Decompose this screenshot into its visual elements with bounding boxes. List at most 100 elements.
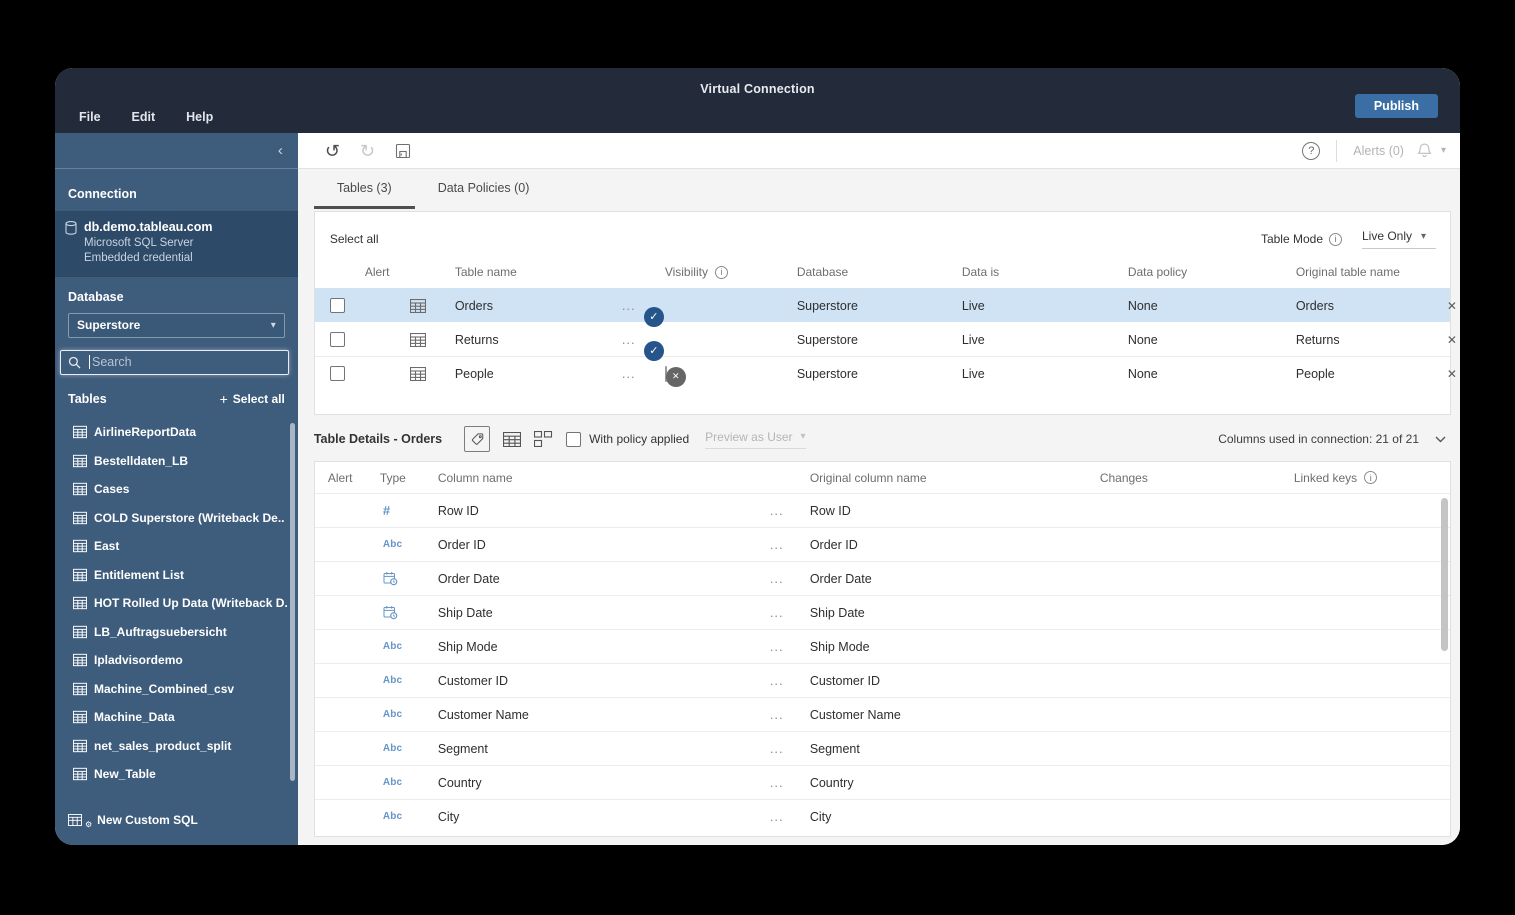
menu-edit[interactable]: Edit bbox=[132, 110, 156, 124]
tab-data-policies[interactable]: Data Policies (0) bbox=[415, 169, 553, 209]
row-checkbox[interactable] bbox=[329, 366, 345, 381]
linked-keys-info-icon[interactable]: i bbox=[1364, 471, 1378, 484]
publish-button[interactable]: Publish bbox=[1354, 94, 1438, 118]
sidebar-table-item[interactable]: Machine_Combined_csv bbox=[55, 674, 298, 703]
column-row[interactable]: Abc Order ID... Order ID bbox=[314, 527, 1450, 561]
row-menu-button[interactable]: ... bbox=[622, 366, 665, 381]
undo-button[interactable]: ↺ bbox=[325, 142, 340, 160]
bell-icon bbox=[1416, 142, 1433, 159]
menu-help[interactable]: Help bbox=[186, 110, 213, 124]
sidebar-table-item[interactable]: LB_Auftragsuebersicht bbox=[55, 617, 298, 646]
column-row[interactable]: Abc Customer Name... Customer Name bbox=[314, 697, 1450, 731]
visibility-cell: ✕ bbox=[664, 365, 797, 387]
original-name-cell: People bbox=[1295, 366, 1335, 381]
row-menu-button[interactable]: ... bbox=[770, 503, 810, 518]
sidebar-table-item[interactable]: Entitlement List bbox=[55, 560, 298, 589]
row-checkbox[interactable] bbox=[329, 298, 345, 313]
row-checkbox[interactable] bbox=[329, 332, 345, 347]
alerts-label[interactable]: Alerts (0) bbox=[1353, 144, 1404, 158]
help-icon[interactable]: ? bbox=[1302, 141, 1321, 160]
database-select[interactable]: Superstore ▾ bbox=[68, 312, 285, 338]
cards-view-button[interactable] bbox=[534, 431, 553, 447]
row-menu-button[interactable]: ... bbox=[770, 639, 810, 654]
remove-table-button[interactable]: ✕ bbox=[1447, 299, 1457, 313]
row-menu-button[interactable]: ... bbox=[770, 673, 810, 688]
remove-table-button[interactable]: ✕ bbox=[1447, 367, 1457, 381]
col-table-name: Table name bbox=[454, 265, 517, 279]
save-button[interactable] bbox=[395, 143, 411, 159]
with-policy-checkbox[interactable]: With policy applied bbox=[566, 431, 689, 447]
toolbar: ↺ ↻ ? Alerts (0) ▾ bbox=[297, 133, 1460, 169]
column-name-cell: Customer Name bbox=[437, 707, 529, 722]
tab-tables[interactable]: Tables (3) bbox=[313, 169, 415, 209]
table-grid-icon bbox=[73, 425, 87, 439]
collapse-details-chevron-icon[interactable] bbox=[1435, 436, 1446, 443]
sidebar-table-item[interactable]: East bbox=[55, 532, 298, 561]
remove-table-button[interactable]: ✕ bbox=[1447, 333, 1457, 347]
sidebar-table-label: Machine_Combined_csv bbox=[94, 681, 235, 696]
new-custom-sql-button[interactable]: ⚙ New Custom SQL bbox=[55, 800, 298, 845]
table-mode-label: Table Mode bbox=[1260, 232, 1323, 246]
database-cell: Superstore bbox=[796, 332, 858, 347]
table-mode-select[interactable]: Live Only ▾ bbox=[1362, 229, 1436, 249]
table-name-cell: People bbox=[454, 366, 494, 381]
data-is-cell: Live bbox=[961, 298, 985, 313]
column-row[interactable]: Abc Country... Country bbox=[314, 765, 1450, 799]
row-menu-button[interactable]: ... bbox=[770, 707, 810, 722]
sidebar-table-item[interactable]: AirlineReportData bbox=[55, 418, 298, 447]
sidebar-table-label: net_sales_product_split bbox=[94, 738, 232, 753]
collapse-sidebar-icon[interactable]: ‹ bbox=[278, 143, 283, 158]
visibility-toggle[interactable]: ✕ bbox=[664, 365, 686, 387]
col-alert: Alert bbox=[364, 265, 390, 279]
column-row[interactable]: Abc Segment... Segment bbox=[314, 731, 1450, 765]
data-is-cell: Live bbox=[961, 366, 985, 381]
sidebar-table-item[interactable]: HOT Rolled Up Data (Writeback D. bbox=[55, 589, 298, 618]
preview-as-user-select[interactable]: Preview as User ▾ bbox=[705, 430, 806, 449]
column-row[interactable]: Ship Date... Ship Date bbox=[314, 595, 1450, 629]
sidebar-select-all-button[interactable]: + Select all bbox=[220, 391, 285, 407]
columns-header-row: Alert Type Column name Original column n… bbox=[315, 462, 1450, 493]
sidebar-table-item[interactable]: COLD Superstore (Writeback De.. bbox=[55, 503, 298, 532]
table-name-cell: Returns bbox=[454, 332, 499, 347]
sidebar-table-item[interactable]: New_Table bbox=[55, 760, 298, 789]
sidebar-table-item[interactable]: Bestelldaten_LB bbox=[55, 446, 298, 475]
table-row[interactable]: People... ✕ Superstore Live None People ✕ bbox=[314, 356, 1457, 390]
visibility-info-icon[interactable]: i bbox=[714, 265, 728, 279]
table-grid-icon bbox=[409, 298, 455, 313]
sidebar-table-item[interactable]: Cases bbox=[55, 475, 298, 504]
col-visibility: Visibility i bbox=[665, 265, 797, 279]
table-row[interactable]: Orders... ✓ Superstore Live None Orders ✕ bbox=[314, 288, 1457, 327]
table-grid-icon bbox=[73, 511, 87, 525]
menu-file[interactable]: File bbox=[79, 110, 101, 124]
table-grid-icon bbox=[409, 366, 455, 381]
column-row[interactable]: Abc City... City bbox=[314, 799, 1450, 833]
column-row[interactable]: Abc Ship Mode... Ship Mode bbox=[314, 629, 1450, 663]
table-row[interactable]: Returns... ✓ Superstore Live None Returns ✕ bbox=[314, 322, 1457, 361]
sidebar-table-item[interactable]: net_sales_product_split bbox=[55, 731, 298, 760]
column-row[interactable]: Order Date... Order Date bbox=[314, 561, 1450, 595]
alerts-bell-button[interactable]: ▾ bbox=[1416, 142, 1446, 159]
row-menu-button[interactable]: ... bbox=[770, 571, 810, 586]
row-menu-button[interactable]: ... bbox=[770, 809, 810, 824]
table-mode-info-icon[interactable]: i bbox=[1329, 232, 1342, 246]
sidebar-scrollbar[interactable] bbox=[289, 422, 295, 781]
tag-view-button[interactable] bbox=[464, 426, 491, 452]
sidebar-table-label: Machine_Data bbox=[94, 710, 175, 725]
sidebar-table-item[interactable]: Ipladvisordemo bbox=[55, 646, 298, 675]
database-section: Database Superstore ▾ bbox=[55, 275, 298, 340]
redo-button[interactable]: ↻ bbox=[360, 142, 375, 160]
table-view-button[interactable] bbox=[503, 431, 522, 447]
column-row[interactable]: # Row ID... Row ID bbox=[314, 493, 1450, 527]
row-menu-button[interactable]: ... bbox=[770, 741, 810, 756]
server-credential: Embedded credential bbox=[84, 252, 193, 265]
row-menu-button[interactable]: ... bbox=[770, 605, 810, 620]
app-window: Virtual Connection File Edit Help Publis… bbox=[55, 68, 1460, 845]
columns-scrollbar[interactable] bbox=[1441, 498, 1448, 651]
search-input[interactable]: Search bbox=[60, 349, 289, 375]
column-row[interactable]: Abc Customer ID... Customer ID bbox=[314, 663, 1450, 697]
table-select-all-button[interactable]: Select all bbox=[330, 232, 379, 246]
row-menu-button[interactable]: ... bbox=[770, 537, 810, 552]
sidebar-table-item[interactable]: Machine_Data bbox=[55, 703, 298, 732]
row-menu-button[interactable]: ... bbox=[770, 775, 810, 790]
connection-item[interactable]: db.demo.tableau.com Microsoft SQL Server… bbox=[55, 211, 298, 276]
